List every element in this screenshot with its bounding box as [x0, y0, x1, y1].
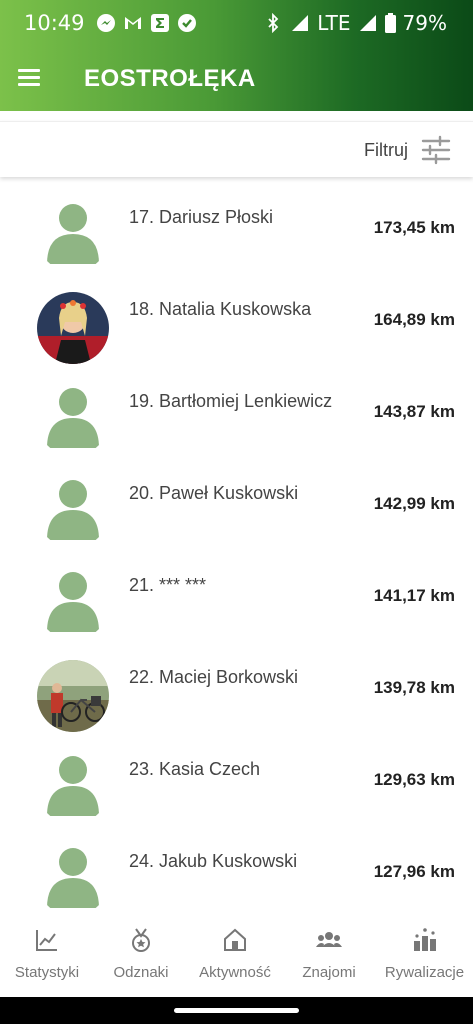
user-placeholder-icon [47, 848, 99, 908]
avatar[interactable] [37, 200, 109, 272]
avatar[interactable] [37, 660, 109, 732]
nav-label: Znajomi [302, 964, 356, 981]
nav-rywalizacje[interactable]: Rywalizacje [376, 915, 473, 997]
participant-name: 17. Dariusz Płoski [129, 207, 274, 227]
signal-icon [359, 15, 376, 31]
leaderboard-list: 17. Dariusz Płoski 173,45 km 18. Natalia… [0, 180, 473, 916]
avatar[interactable] [37, 568, 109, 640]
status-bar: 10:49 LTE 79% [0, 0, 473, 48]
gmail-icon [125, 17, 141, 29]
home-gesture-handle[interactable] [174, 1008, 299, 1013]
app-bar: EOSTROŁĘKA [0, 48, 473, 111]
nav-label: Statystyki [14, 964, 80, 981]
leaderboard-row[interactable]: 21. *** *** 141,17 km [0, 548, 473, 640]
podium-icon [413, 928, 436, 951]
hamburger-menu-icon[interactable] [18, 66, 46, 94]
leaderboard-row[interactable]: 23. Kasia Czech 129,63 km [0, 732, 473, 824]
people-icon [316, 932, 342, 947]
nav-label: Rywalizacje [384, 964, 465, 981]
leaderboard-row[interactable]: 19. Bartłomiej Lenkiewicz 143,87 km [0, 364, 473, 456]
sigma-app-icon [151, 14, 169, 32]
nav-label: Odznaki [113, 964, 169, 981]
check-shield-icon [178, 14, 196, 32]
nav-statystyki[interactable]: Statystyki [0, 915, 94, 997]
user-photo-icon [37, 660, 109, 732]
nav-odznaki[interactable]: Odznaki [94, 915, 188, 997]
avatar[interactable] [37, 476, 109, 548]
participant-distance: 141,17 km [373, 586, 455, 605]
filter-button-label[interactable]: Filtruj [364, 140, 408, 161]
participant-name: 21. *** *** [129, 575, 207, 595]
participant-distance: 142,99 km [373, 494, 455, 513]
filter-bar: Filtruj [0, 121, 473, 177]
user-placeholder-icon [47, 204, 99, 264]
participant-distance: 129,63 km [373, 770, 455, 789]
participant-name: 20. Paweł Kuskowski [129, 483, 299, 503]
participant-name: 19. Bartłomiej Lenkiewicz [129, 391, 333, 411]
leaderboard-row[interactable]: 20. Paweł Kuskowski 142,99 km [0, 456, 473, 548]
participant-distance: 143,87 km [373, 402, 455, 421]
bluetooth-icon [268, 13, 279, 33]
home-icon [224, 928, 246, 951]
notification-icons [96, 13, 197, 33]
system-gesture-bar [0, 997, 473, 1024]
participant-name: 23. Kasia Czech [129, 759, 261, 779]
leaderboard-row[interactable]: 24. Jakub Kuskowski 127,96 km [0, 824, 473, 916]
battery-icon [384, 13, 396, 33]
avatar[interactable] [37, 844, 109, 916]
nav-aktywnosc[interactable]: Aktywność [188, 915, 282, 997]
avatar[interactable] [37, 752, 109, 824]
participant-distance: 173,45 km [373, 218, 455, 237]
nav-label: Aktywność [199, 964, 271, 981]
medal-icon [132, 928, 150, 952]
participant-distance: 164,89 km [373, 310, 455, 329]
signal-icon [292, 15, 309, 31]
participant-name: 18. Natalia Kuskowska [129, 299, 312, 319]
participant-name: 22. Maciej Borkowski [129, 667, 299, 687]
network-type: LTE [317, 11, 351, 35]
avatar[interactable] [37, 292, 109, 364]
page-title: EOSTROŁĘKA [84, 65, 256, 92]
nav-znajomi[interactable]: Znajomi [282, 915, 376, 997]
avatar[interactable] [37, 384, 109, 456]
leaderboard-row[interactable]: 22. Maciej Borkowski 139,78 km [0, 640, 473, 732]
user-placeholder-icon [47, 756, 99, 816]
chart-icon [36, 930, 57, 951]
messenger-icon [97, 14, 115, 32]
leaderboard-row[interactable]: 17. Dariusz Płoski 173,45 km [0, 180, 473, 272]
user-placeholder-icon [47, 572, 99, 632]
battery-level: 79% [402, 11, 447, 35]
participant-name: 24. Jakub Kuskowski [129, 851, 298, 871]
user-photo-icon [37, 292, 109, 364]
participant-distance: 127,96 km [373, 862, 455, 881]
status-time: 10:49 [24, 11, 85, 35]
user-placeholder-icon [47, 388, 99, 448]
participant-distance: 139,78 km [373, 678, 455, 697]
bottom-navigation: Statystyki Odznaki Aktywność Znajomi Ryw… [0, 915, 473, 997]
top-header: 10:49 LTE 79% EOSTROŁĘKA [0, 0, 473, 111]
leaderboard-row[interactable]: 18. Natalia Kuskowska 164,89 km [0, 272, 473, 364]
system-status: LTE 79% [263, 11, 447, 35]
user-placeholder-icon [47, 480, 99, 540]
sliders-icon[interactable] [421, 135, 451, 165]
